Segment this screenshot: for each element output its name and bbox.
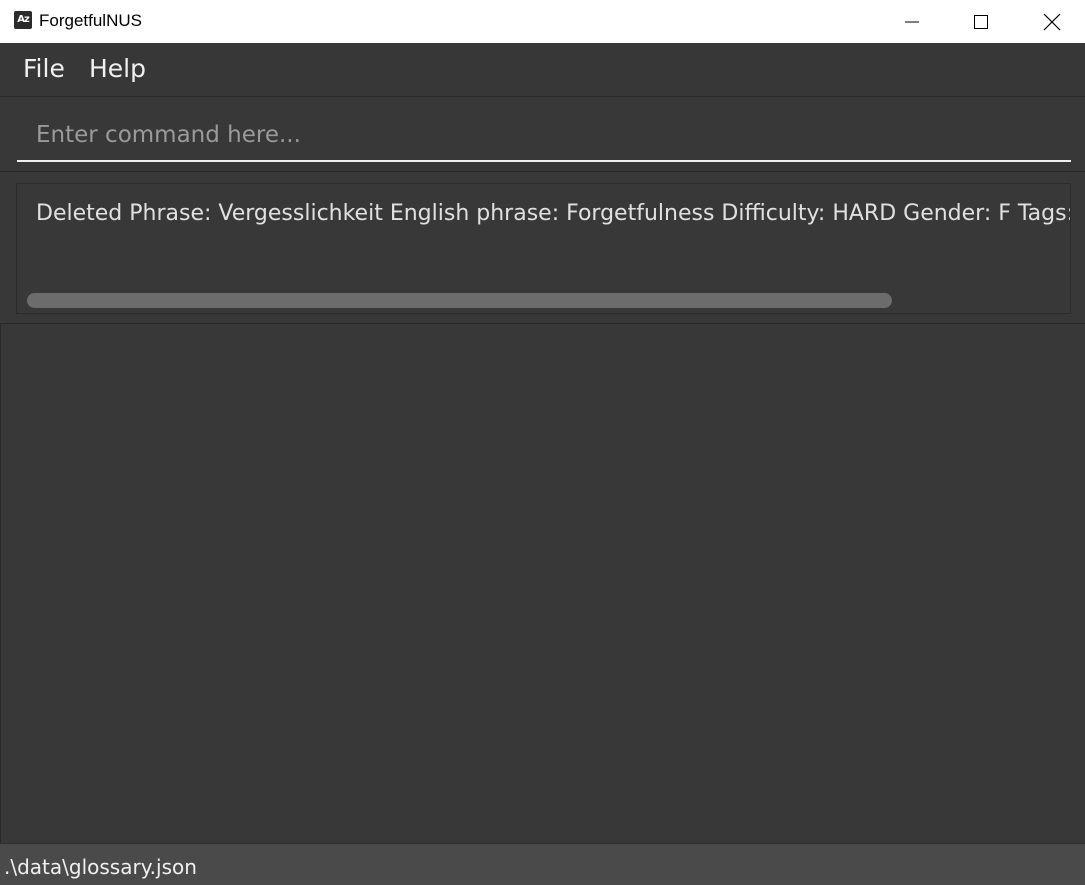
minimize-button[interactable] — [877, 0, 947, 43]
menu-file[interactable]: File — [23, 53, 65, 85]
minimize-icon — [905, 21, 919, 22]
result-display[interactable]: Deleted Phrase: Vergesslichkeit English … — [16, 183, 1071, 314]
command-box — [0, 97, 1085, 172]
status-bar: .\data\glossary.json — [0, 843, 1085, 885]
phrase-list-panel — [0, 324, 1085, 843]
window-title: ForgetfulNUS — [39, 11, 142, 30]
command-input[interactable] — [17, 110, 1071, 162]
save-location-path: .\data\glossary.json — [4, 855, 197, 879]
menu-bar: File Help — [0, 43, 1085, 97]
horizontal-scrollbar[interactable] — [27, 293, 892, 308]
result-message: Deleted Phrase: Vergesslichkeit English … — [36, 201, 1071, 226]
maximize-icon — [974, 14, 988, 29]
app-window: Az ForgetfulNUS File Help Deleted Phrase… — [0, 0, 1085, 885]
maximize-button[interactable] — [946, 0, 1016, 43]
menu-help[interactable]: Help — [89, 53, 146, 85]
app-logo-icon: Az — [14, 11, 32, 29]
close-icon — [1043, 13, 1061, 30]
result-display-panel: Deleted Phrase: Vergesslichkeit English … — [0, 172, 1085, 324]
title-bar[interactable]: Az ForgetfulNUS — [0, 0, 1085, 43]
close-button[interactable] — [1017, 0, 1085, 43]
